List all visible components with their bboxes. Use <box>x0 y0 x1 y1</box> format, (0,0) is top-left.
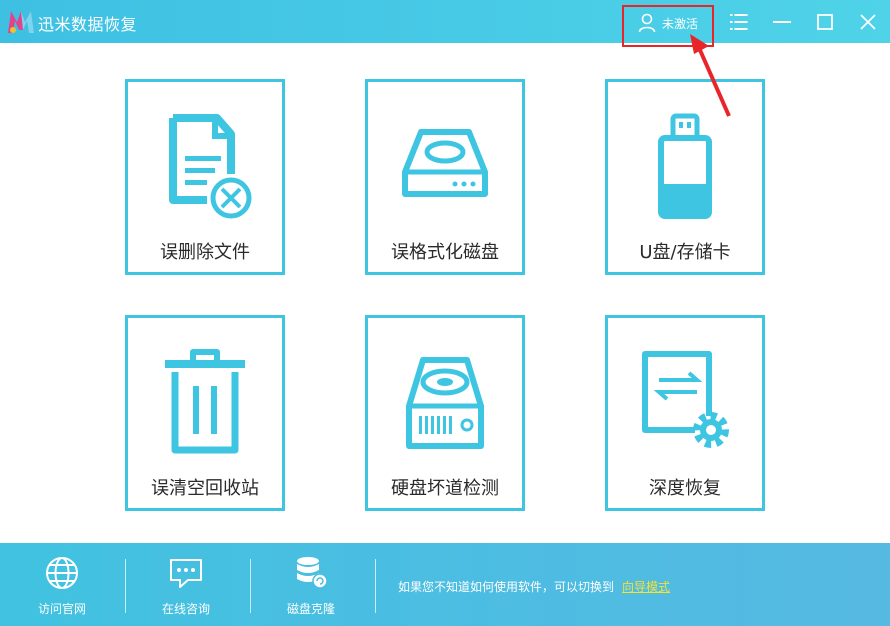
guide-mode-link[interactable]: 向导模式 <box>622 580 670 594</box>
chat-icon <box>170 559 202 588</box>
menu-icon <box>730 14 748 30</box>
recycle-bin-icon <box>165 349 245 454</box>
maximize-icon <box>817 14 833 30</box>
close-icon <box>860 14 876 30</box>
app-logo-icon <box>8 11 34 33</box>
activation-status-label: 未激活 <box>662 17 699 31</box>
footer-divider <box>375 559 376 613</box>
online-consult-button[interactable]: 在线咨询 <box>131 543 241 626</box>
card-label: 硬盘坏道检测 <box>391 478 499 499</box>
card-deep-recovery[interactable]: 深度恢复 <box>605 315 765 511</box>
app-title: 迅米数据恢复 <box>38 15 138 34</box>
footer-label: 访问官网 <box>37 602 86 616</box>
user-icon <box>638 13 656 33</box>
deleted-file-icon <box>169 114 252 219</box>
card-disk-bad-sector-check[interactable]: 硬盘坏道检测 <box>365 315 525 511</box>
minimize-icon <box>773 21 791 23</box>
guide-hint: 如果您不知道如何使用软件，可以切换到 向导模式 <box>398 578 670 595</box>
card-label: 误清空回收站 <box>151 478 259 499</box>
card-usb-storage[interactable]: U盘/存储卡 <box>605 79 765 275</box>
card-label: 误格式化磁盘 <box>391 242 499 263</box>
card-deleted-files[interactable]: 误删除文件 <box>125 79 285 275</box>
card-recycle-bin[interactable]: 误清空回收站 <box>125 315 285 511</box>
close-button[interactable] <box>856 10 880 34</box>
maximize-button[interactable] <box>813 10 837 34</box>
footer-label: 在线咨询 <box>161 602 210 616</box>
card-label: U盘/存储卡 <box>639 242 731 263</box>
card-label: 深度恢复 <box>649 478 721 499</box>
footer-bar: 访问官网 在线咨询 磁盘克隆 如果您不知道如何使用软件，可以切换到 向导模式 <box>0 543 890 626</box>
usb-drive-icon <box>658 113 712 219</box>
deep-recovery-icon <box>642 351 729 448</box>
minimize-button[interactable] <box>770 10 794 34</box>
footer-label: 磁盘克隆 <box>286 602 335 616</box>
title-bar: 迅米数据恢复 未激活 <box>0 0 890 47</box>
guide-hint-text: 如果您不知道如何使用软件，可以切换到 <box>398 580 615 594</box>
hard-disk-check-icon <box>406 357 484 449</box>
menu-button[interactable] <box>727 10 751 34</box>
footer-divider <box>125 559 126 613</box>
visit-website-button[interactable]: 访问官网 <box>7 543 117 626</box>
footer-divider <box>250 559 251 613</box>
card-formatted-disk[interactable]: 误格式化磁盘 <box>365 79 525 275</box>
formatted-disk-icon <box>402 129 488 197</box>
activation-status-button[interactable]: 未激活 <box>622 5 714 47</box>
disk-clone-button[interactable]: 磁盘克隆 <box>256 543 366 626</box>
database-clone-icon <box>297 557 328 589</box>
card-label: 误删除文件 <box>160 242 250 263</box>
globe-icon <box>46 557 78 589</box>
